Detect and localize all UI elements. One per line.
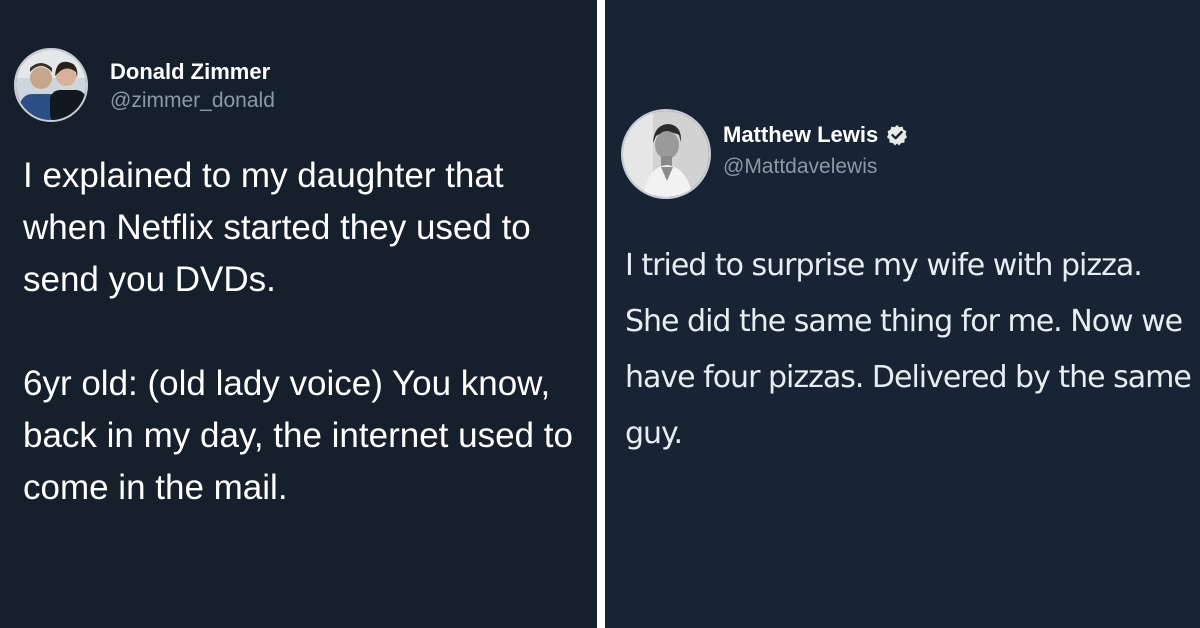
username-handle[interactable]: @Mattdavelewis	[723, 155, 877, 179]
verified-badge-icon	[886, 124, 908, 146]
avatar[interactable]	[621, 109, 711, 199]
tweet-paragraph: 6yr old: (old lady voice) You know, back…	[23, 364, 573, 507]
avatar[interactable]	[14, 48, 88, 122]
display-name-text: Matthew Lewis	[723, 122, 879, 147]
tweet-paragraph: I tried to surprise my wife with pizza. …	[625, 248, 1192, 451]
display-name[interactable]: Donald Zimmer	[110, 59, 270, 85]
username-handle[interactable]: @zimmer_donald	[110, 89, 275, 113]
tweet-card-right: Matthew Lewis @Mattdavelewis I tried to …	[605, 0, 1200, 628]
tweet-text: I tried to surprise my wife with pizza. …	[625, 238, 1195, 462]
tweet-card-left: Donald Zimmer @zimmer_donald I explained…	[0, 0, 597, 628]
display-name[interactable]: Matthew Lewis	[723, 122, 908, 148]
tweet-text: I explained to my daughter that when Net…	[23, 150, 583, 514]
panel-divider	[597, 0, 605, 628]
profile-photo-icon	[623, 111, 709, 197]
profile-photo-icon	[16, 50, 86, 120]
tweet-paragraph: I explained to my daughter that when Net…	[23, 156, 531, 299]
